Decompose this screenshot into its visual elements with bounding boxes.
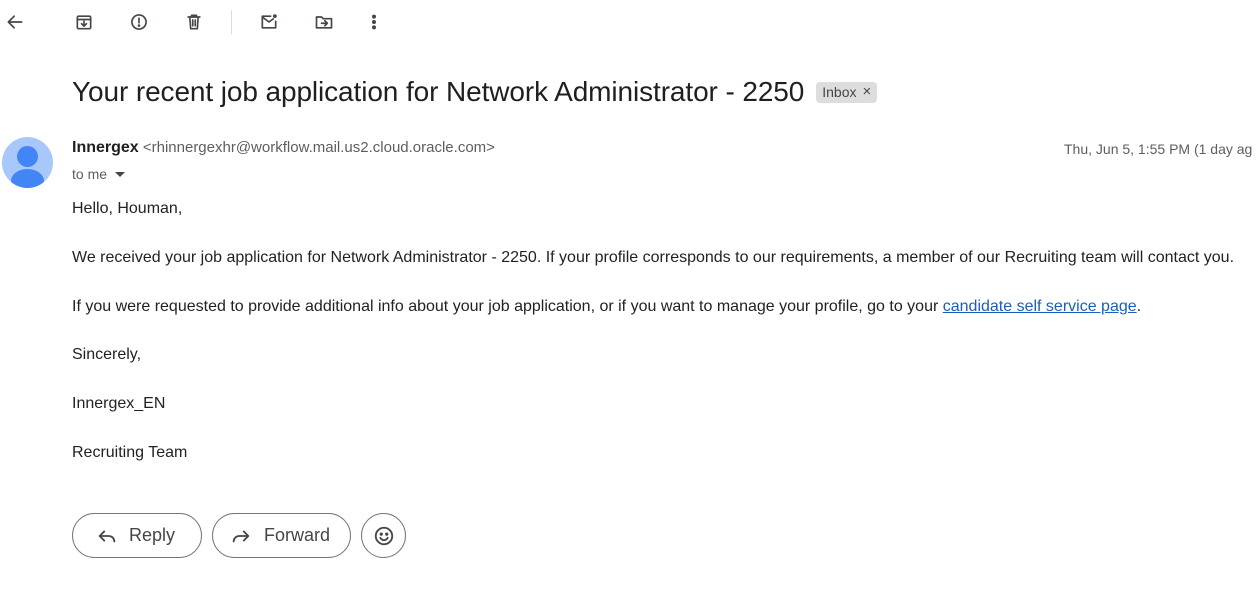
trash-icon	[187, 14, 201, 30]
body-paragraph-2: If you were requested to provide additio…	[72, 298, 1141, 316]
reply-button[interactable]: Reply	[72, 513, 202, 558]
archive-icon	[76, 15, 92, 30]
move-to-button[interactable]	[305, 3, 343, 41]
report-spam-icon	[131, 14, 147, 30]
more-vertical-icon	[372, 14, 377, 30]
sender-avatar[interactable]	[2, 137, 53, 188]
show-details-icon[interactable]	[115, 171, 126, 177]
subject-row: Your recent job application for Network …	[72, 76, 878, 108]
signature-team: Recruiting Team	[72, 444, 188, 461]
toolbar	[0, 0, 1257, 46]
forward-button[interactable]: Forward	[212, 513, 351, 558]
paragraph-2-end: .	[1136, 298, 1142, 315]
reply-icon	[98, 530, 116, 542]
reply-label: Reply	[129, 525, 176, 545]
avatar-head	[17, 146, 38, 167]
forward-label: Forward	[264, 525, 331, 545]
remove-label-icon[interactable]: ×	[863, 83, 872, 100]
email-date: Thu, Jun 5, 1:55 PM (1 day ag	[1064, 141, 1253, 157]
add-reaction-button[interactable]	[361, 513, 406, 558]
forward-icon	[232, 530, 250, 542]
paragraph-2-text: If you were requested to provide additio…	[72, 298, 943, 315]
email-subject: Your recent job application for Network …	[72, 76, 805, 107]
recipient-row: to me	[72, 166, 126, 182]
delete-button[interactable]	[175, 3, 213, 41]
archive-button[interactable]	[65, 3, 103, 41]
smiley-icon	[374, 526, 393, 545]
toolbar-divider	[231, 10, 232, 34]
body-greeting: Hello, Houman,	[72, 200, 183, 217]
candidate-self-service-link[interactable]: candidate self service page	[943, 298, 1137, 315]
inbox-label-chip[interactable]: Inbox ×	[816, 81, 878, 103]
recipient-text: to me	[72, 166, 108, 182]
sender-line: Innergex <rhinnergexhr@workflow.mail.us2…	[72, 139, 495, 157]
back-button[interactable]	[0, 3, 34, 41]
body-closing: Sincerely,	[72, 346, 142, 363]
label-text: Inbox	[822, 83, 857, 100]
arrow-left-icon	[7, 15, 23, 29]
report-spam-button[interactable]	[120, 3, 158, 41]
move-to-icon	[315, 16, 333, 29]
more-options-button[interactable]	[355, 3, 393, 41]
sender-name[interactable]: Innergex	[72, 139, 139, 156]
signature-company: Innergex_EN	[72, 395, 166, 412]
body-paragraph-1: We received your job application for Net…	[72, 249, 1235, 266]
mark-unread-button[interactable]	[250, 3, 288, 41]
sender-email: <rhinnergexhr@workflow.mail.us2.cloud.or…	[142, 139, 495, 156]
avatar-body	[11, 169, 44, 188]
mark-unread-icon	[261, 14, 277, 29]
